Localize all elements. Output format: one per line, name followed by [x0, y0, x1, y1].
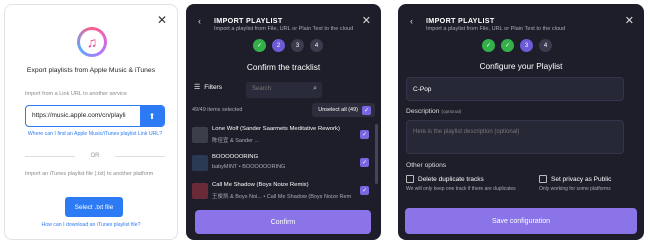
confirm-button[interactable]: Confirm: [195, 210, 371, 234]
album-art: [192, 183, 208, 199]
scrollbar[interactable]: [375, 124, 378, 184]
music-note-icon: ♫: [80, 30, 104, 54]
panel-heading: Configure your Playlist: [479, 61, 563, 71]
album-art: [192, 127, 208, 143]
delete-duplicates-help: We will only keep one track if there are…: [406, 186, 516, 192]
panel-subtitle: Import a playlist from File, URL or Plai…: [214, 26, 354, 32]
upload-icon: ⬆: [148, 111, 156, 121]
optional-tag: (optional): [441, 110, 462, 115]
other-options-label: Other options: [406, 162, 447, 169]
search-icon[interactable]: ⌕: [313, 85, 317, 93]
or-divider: OR: [25, 153, 165, 159]
file-label: Import an iTunes playlist file (.txt) to…: [25, 171, 154, 177]
track-checkbox[interactable]: ✓: [360, 130, 369, 139]
upload-button[interactable]: ⬆: [140, 106, 164, 126]
privacy-public-help: Only working for some platforms: [539, 186, 611, 192]
delete-duplicates-checkbox[interactable]: [406, 175, 414, 183]
configure-panel: ‹ IMPORT PLAYLIST Import a playlist from…: [398, 4, 644, 240]
export-panel: ✕ ♫ Export playlists from Apple Music & …: [4, 4, 178, 240]
export-title: Export playlists from Apple Music & iTun…: [26, 67, 156, 74]
track-title: Lone Wolf (Sander Saarmets Meditative Re…: [212, 126, 340, 132]
itunes-logo: ♫: [77, 27, 107, 57]
track-artist: babyMINT • BOOOOOORING: [212, 164, 286, 170]
track-list: Lone Wolf (Sander Saarmets Meditative Re…: [186, 121, 381, 207]
filter-icon: ☰: [194, 84, 201, 91]
track-row[interactable]: BOOOOOORING babyMINT • BOOOOOORING ✓: [186, 149, 381, 177]
track-row[interactable]: Call Me Shadow (Boys Noize Remix) 王俊凯 & …: [186, 177, 381, 205]
delete-duplicates-option[interactable]: Delete duplicate tracks We will only kee…: [406, 175, 516, 192]
save-configuration-button[interactable]: Save configuration: [405, 208, 637, 234]
track-checkbox[interactable]: ✓: [360, 186, 369, 195]
panel-heading: Confirm the tracklist: [246, 62, 321, 72]
link-label: Import from a Link URL to another servic…: [25, 91, 127, 97]
track-title: Call Me Shadow (Boys Noize Remix): [212, 182, 309, 188]
check-icon[interactable]: ✓: [362, 105, 371, 115]
link-help-link[interactable]: Where can I find an Apple Music/iTunes p…: [25, 131, 165, 138]
privacy-public-label: Set privacy as Public: [551, 175, 612, 183]
panel-title: IMPORT PLAYLIST: [214, 16, 283, 25]
album-art: [192, 155, 208, 171]
filters-label: Filters: [204, 83, 222, 91]
step-2: 2: [272, 39, 285, 52]
url-input[interactable]: https://music.apple.com/cn/playli ⬆: [25, 105, 165, 127]
privacy-public-checkbox[interactable]: [539, 175, 547, 183]
step-4: 4: [310, 39, 323, 52]
back-icon[interactable]: ‹: [410, 16, 413, 26]
close-icon[interactable]: ✕: [362, 14, 371, 27]
step-3: 3: [291, 39, 304, 52]
playlist-name-value: C-Pop: [413, 86, 432, 93]
track-checkbox[interactable]: ✓: [360, 158, 369, 167]
file-help-link[interactable]: How can I download an iTunes playlist fi…: [5, 222, 177, 228]
tracklist-panel: ‹ IMPORT PLAYLIST Import a playlist from…: [186, 4, 381, 240]
description-placeholder: Here is the playlist description (option…: [413, 129, 520, 135]
back-icon[interactable]: ‹: [198, 16, 201, 26]
unselect-all-button[interactable]: Unselect all (49) ✓: [312, 103, 375, 117]
track-title: BOOOOOORING: [212, 154, 259, 160]
select-txt-button[interactable]: Select .txt file: [65, 197, 123, 217]
step-1: ✓: [253, 39, 266, 52]
step-3: 3: [520, 39, 533, 52]
panel-title: IMPORT PLAYLIST: [426, 16, 495, 25]
tracklist-toolbar: ☰ Filters Search ⌕: [194, 82, 374, 98]
close-icon[interactable]: ✕: [157, 13, 167, 27]
description-label: Description (optional): [406, 108, 461, 115]
track-artist: 王俊凯 & Boys Noi... • Call Me Shadow (Boys…: [212, 194, 352, 200]
step-indicator: ✓ ✓ 3 4: [482, 39, 552, 52]
description-label-text: Description: [406, 108, 440, 115]
search-placeholder: Search: [252, 86, 272, 92]
track-artist: 陈佳宜 & Sander ...: [212, 138, 260, 144]
panel-subtitle: Import a playlist from File, URL or Plai…: [426, 26, 566, 32]
step-4: 4: [539, 39, 552, 52]
step-1: ✓: [482, 39, 495, 52]
playlist-name-input[interactable]: C-Pop: [406, 77, 624, 101]
unselect-label: Unselect all (49): [318, 107, 358, 113]
filters-button[interactable]: ☰ Filters: [194, 83, 222, 92]
description-input[interactable]: Here is the playlist description (option…: [406, 120, 624, 154]
step-indicator: ✓ 2 3 4: [253, 39, 323, 52]
step-2: ✓: [501, 39, 514, 52]
close-icon[interactable]: ✕: [625, 14, 634, 27]
url-value[interactable]: https://music.apple.com/cn/playli: [32, 112, 136, 119]
delete-duplicates-label: Delete duplicate tracks: [418, 175, 484, 183]
selection-count: 49/49 items selected: [192, 107, 243, 113]
privacy-public-option[interactable]: Set privacy as Public Only working for s…: [539, 175, 611, 192]
search-input[interactable]: Search ⌕: [246, 82, 322, 98]
track-row[interactable]: Lone Wolf (Sander Saarmets Meditative Re…: [186, 121, 381, 149]
